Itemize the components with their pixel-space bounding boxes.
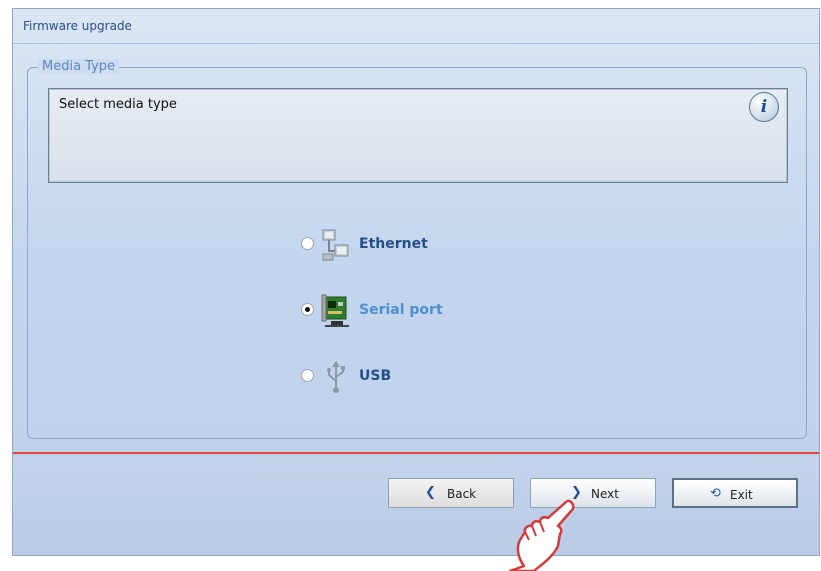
next-label: Next [591,487,619,501]
option-ethernet[interactable]: Ethernet [301,227,561,263]
info-text: Select media type [59,97,177,112]
serial-port-label: Serial port [359,302,443,318]
option-serial-port[interactable]: Serial port [301,293,561,329]
serial-port-radio[interactable] [301,303,314,316]
firmware-upgrade-window: Firmware upgrade Media Type Select media… [12,8,820,556]
separator-line [13,452,819,454]
ethernet-radio[interactable] [301,237,314,250]
back-label: Back [447,487,477,501]
usb-radio[interactable] [301,369,314,382]
pointing-hand-icon [508,499,575,571]
info-panel: Select media type i [48,88,788,183]
exit-arrow-icon: ⟲ [710,486,721,501]
chevron-left-icon: ❮ [425,485,436,500]
exit-label: Exit [730,488,753,502]
usb-label: USB [359,368,392,384]
serial-card-icon [321,294,349,327]
info-icon[interactable]: i [749,92,779,122]
usb-icon [327,361,345,393]
exit-button[interactable]: ⟲ Exit [672,478,798,508]
ethernet-network-icon [322,229,349,261]
option-usb[interactable]: USB [301,359,561,395]
window-titlebar: Firmware upgrade [13,9,819,44]
window-title: Firmware upgrade [23,19,132,33]
media-type-legend: Media Type [38,59,120,74]
ethernet-label: Ethernet [359,236,428,252]
